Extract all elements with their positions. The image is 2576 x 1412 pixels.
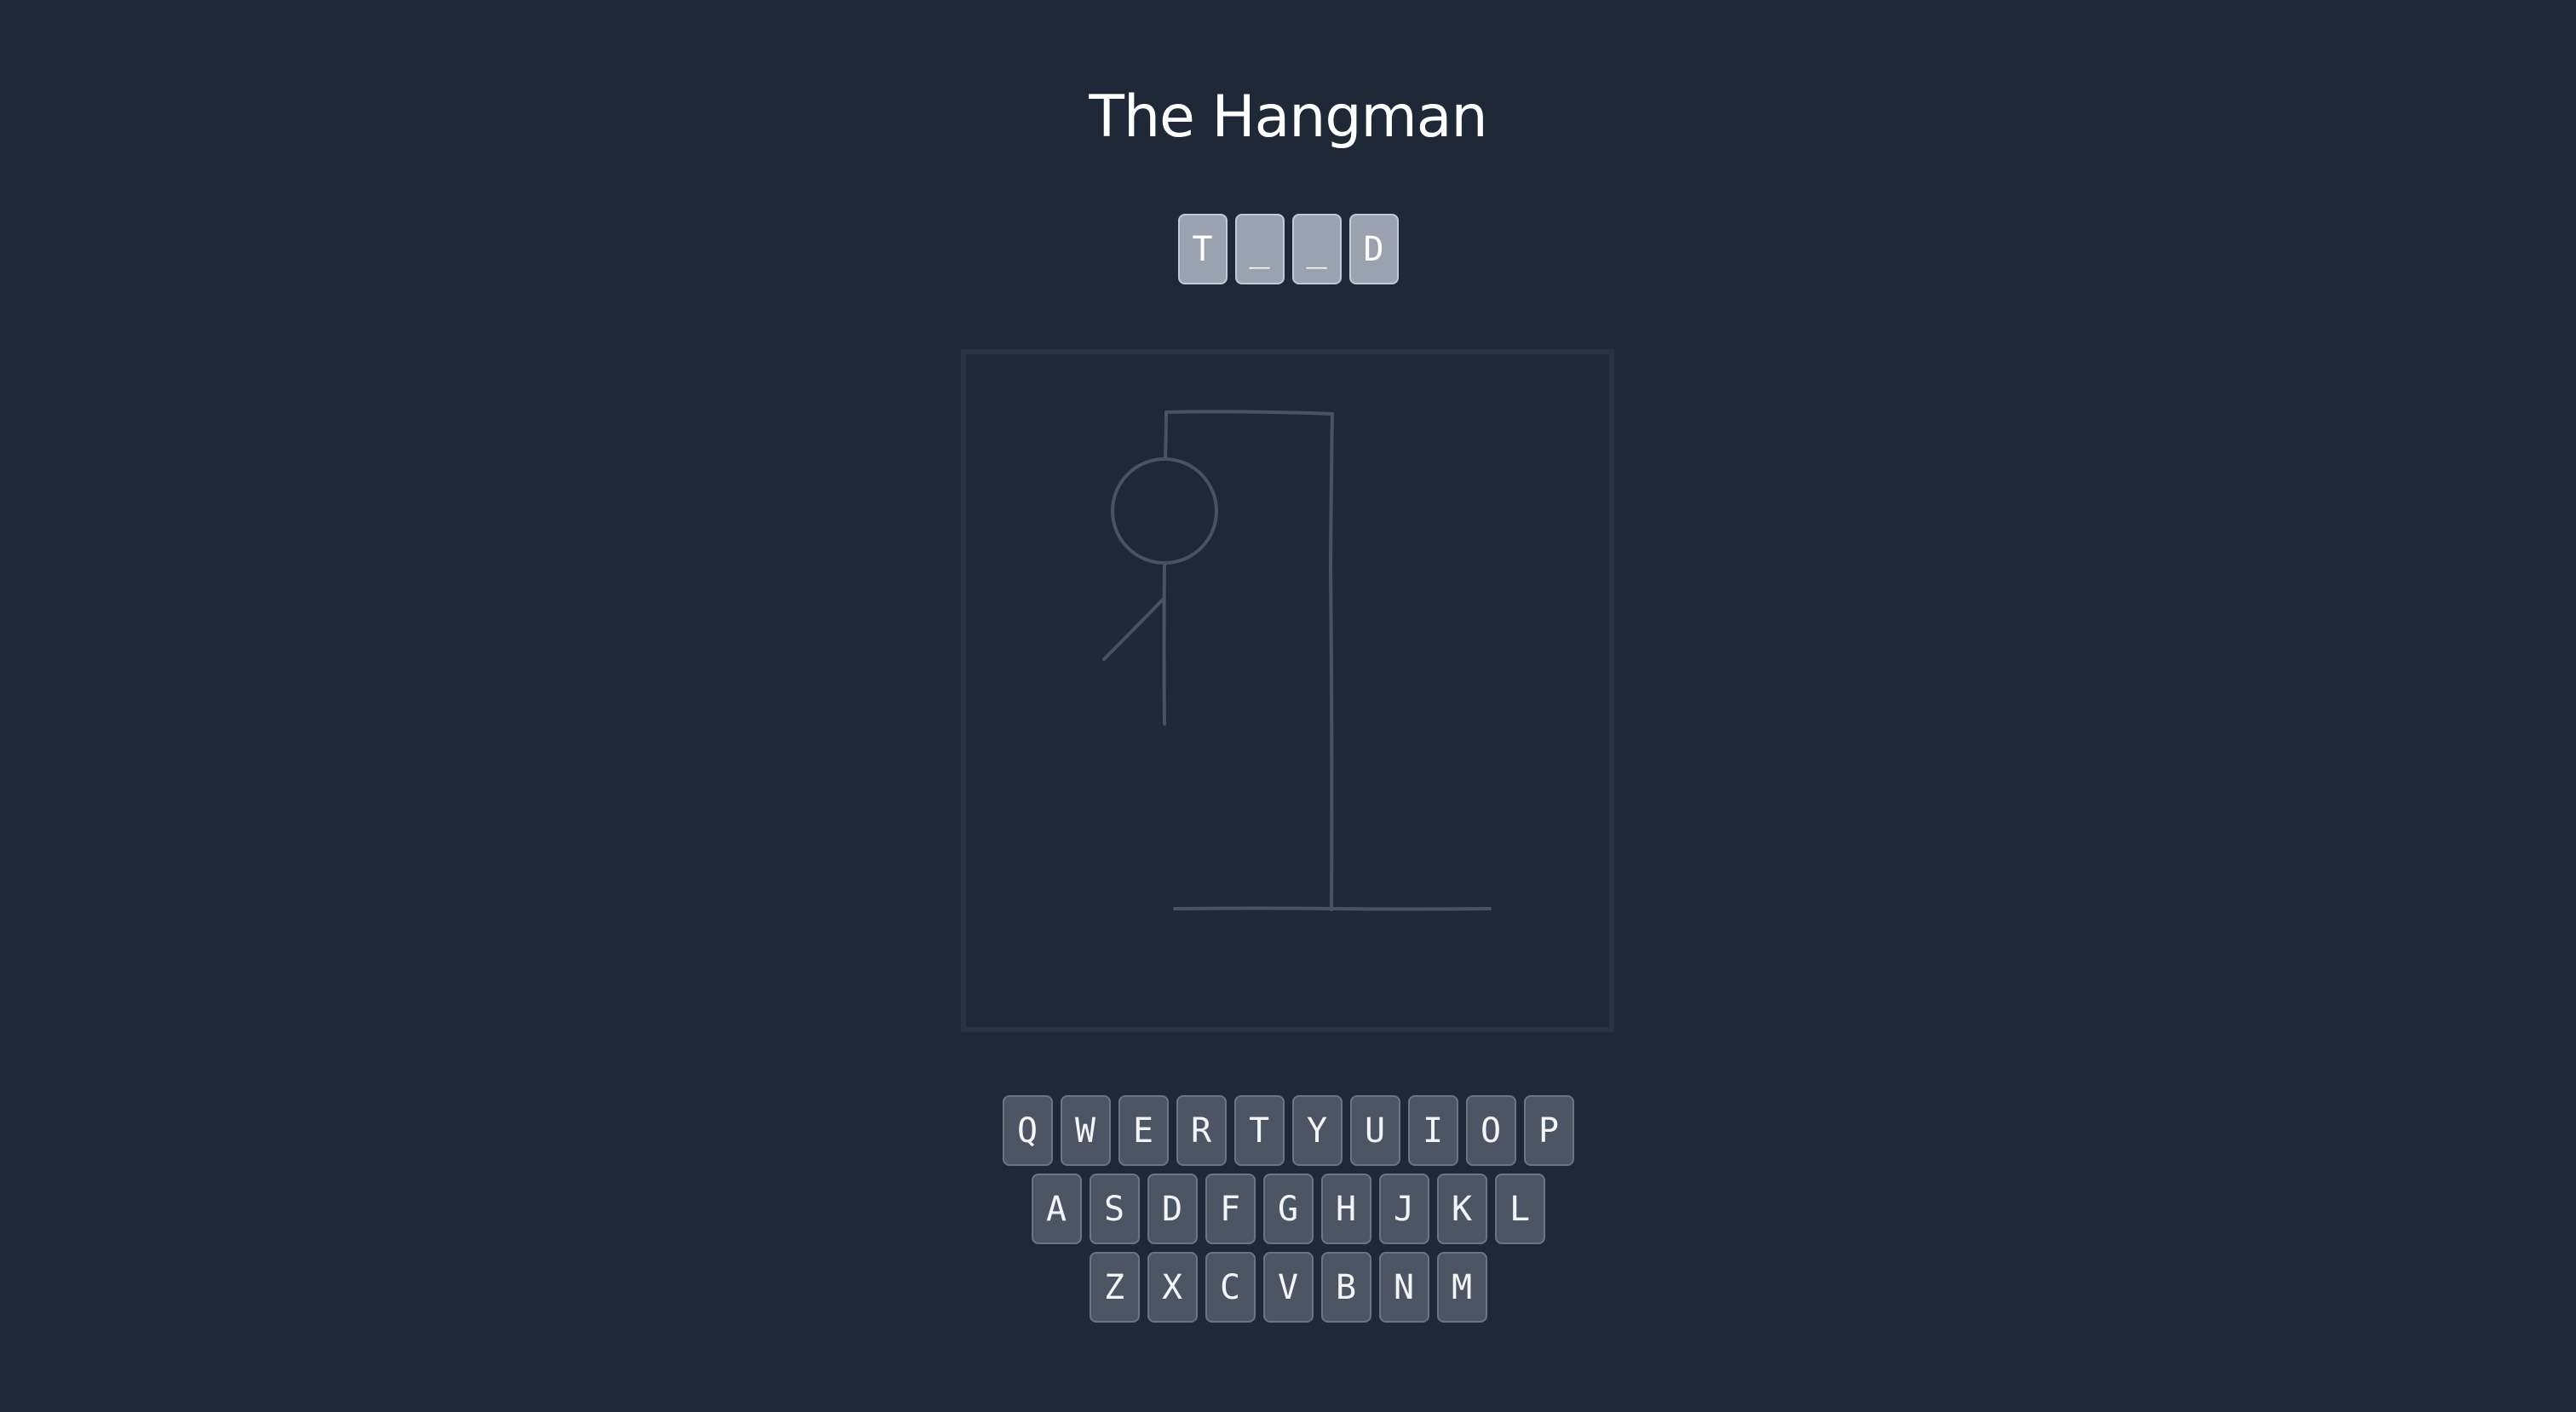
key-q[interactable]: Q (1002, 1095, 1053, 1166)
gallows-beam (1164, 410, 1334, 416)
key-z[interactable]: Z (1089, 1252, 1140, 1323)
word-display: T _ _ D (0, 214, 2576, 284)
key-m[interactable]: M (1436, 1252, 1487, 1323)
key-a[interactable]: A (1031, 1174, 1082, 1244)
keyboard-row: Q W E R T Y U I O P (0, 1095, 2576, 1166)
key-s[interactable]: S (1089, 1174, 1140, 1244)
key-g[interactable]: G (1262, 1174, 1314, 1244)
key-l[interactable]: L (1494, 1174, 1545, 1244)
letter-slot: _ (1234, 214, 1285, 284)
key-k[interactable]: K (1436, 1174, 1487, 1244)
key-y[interactable]: Y (1291, 1095, 1343, 1166)
rope (1164, 410, 1168, 461)
key-f[interactable]: F (1205, 1174, 1256, 1244)
key-h[interactable]: H (1320, 1174, 1371, 1244)
key-r[interactable]: R (1176, 1095, 1227, 1166)
left-arm (1102, 597, 1165, 661)
letter-slot: T (1177, 214, 1228, 284)
key-x[interactable]: X (1147, 1252, 1198, 1323)
key-j[interactable]: J (1378, 1174, 1429, 1244)
letter-slot: D (1348, 214, 1399, 284)
key-c[interactable]: C (1205, 1252, 1256, 1323)
key-p[interactable]: P (1523, 1095, 1574, 1166)
hangman-drawing (1102, 410, 1492, 911)
key-n[interactable]: N (1378, 1252, 1429, 1323)
head (1111, 457, 1218, 565)
key-w[interactable]: W (1060, 1095, 1111, 1166)
key-d[interactable]: D (1147, 1174, 1198, 1244)
gallows-pole (1329, 412, 1334, 911)
hangman-drawing-board (961, 349, 1614, 1032)
key-t[interactable]: T (1233, 1095, 1285, 1166)
letter-slot: _ (1291, 214, 1342, 284)
key-u[interactable]: U (1349, 1095, 1400, 1166)
key-o[interactable]: O (1465, 1095, 1516, 1166)
key-e[interactable]: E (1118, 1095, 1169, 1166)
key-i[interactable]: I (1407, 1095, 1458, 1166)
key-v[interactable]: V (1262, 1252, 1314, 1323)
keyboard-row: Z X C V B N M (0, 1252, 2576, 1323)
page-title: The Hangman (1089, 83, 1487, 151)
body (1162, 561, 1166, 726)
keyboard-row: A S D F G H J K L (0, 1174, 2576, 1244)
key-b[interactable]: B (1320, 1252, 1371, 1323)
on-screen-keyboard: Q W E R T Y U I O P A S D F G H J K L Z … (0, 1095, 2576, 1330)
